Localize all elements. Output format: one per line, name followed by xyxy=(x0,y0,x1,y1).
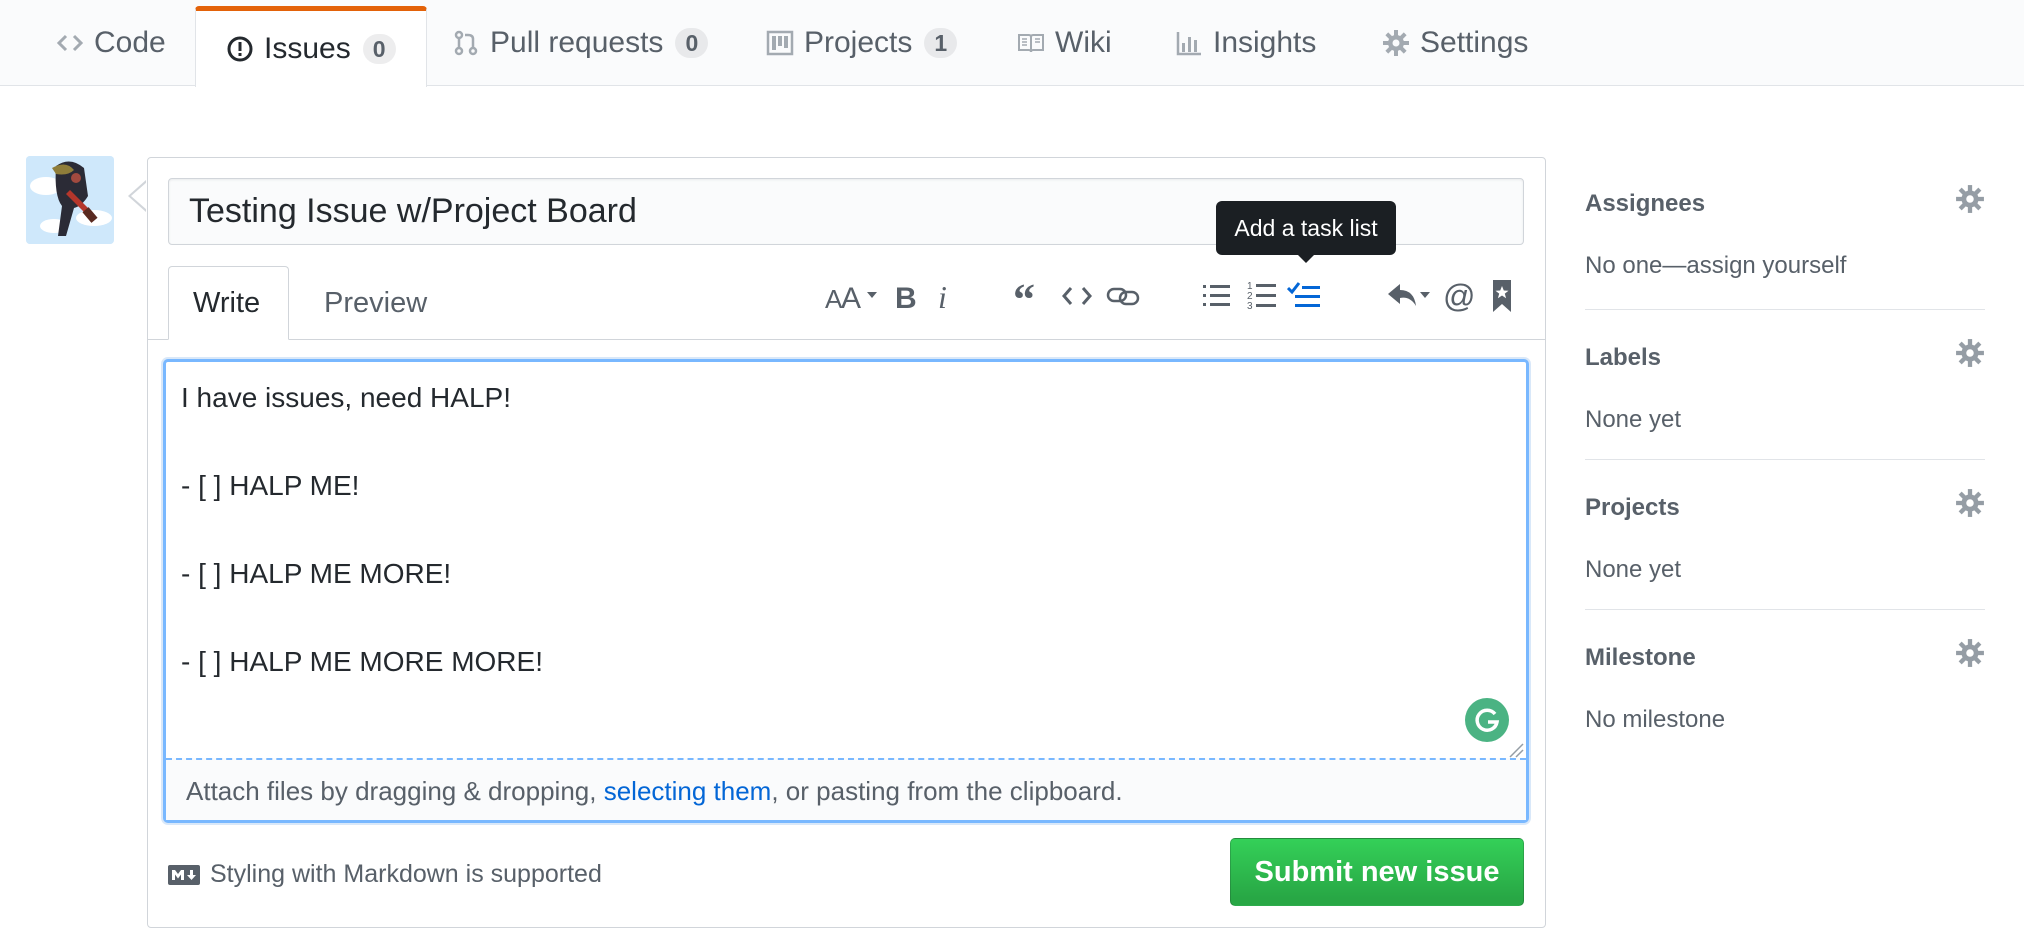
tab-insights[interactable]: Insights xyxy=(1175,0,1316,86)
drop-zone-text-end: , or pasting from the clipboard. xyxy=(771,776,1123,806)
form-caret-inner xyxy=(131,182,147,210)
quote-icon: “ xyxy=(1013,278,1035,314)
sidebar-projects: Projects None yet xyxy=(1585,489,1985,584)
sidebar-divider xyxy=(1585,609,1985,610)
italic-button[interactable]: i xyxy=(934,278,954,314)
tab-label: Projects xyxy=(804,26,913,59)
svg-text:B: B xyxy=(895,282,917,314)
tab-projects[interactable]: Projects 1 xyxy=(766,0,958,86)
sidebar-heading: Labels xyxy=(1585,344,1662,371)
svg-text:3: 3 xyxy=(1247,301,1253,312)
body-line: I have issues, need HALP! xyxy=(181,382,511,413)
gear-icon[interactable] xyxy=(1955,184,1985,214)
projects-counter: 1 xyxy=(924,28,958,58)
task-list-icon xyxy=(1287,282,1320,307)
tooltip-arrow xyxy=(1297,254,1315,263)
issue-opened-icon xyxy=(227,36,253,62)
markdown-help[interactable]: Styling with Markdown is supported xyxy=(168,860,602,889)
link-button[interactable] xyxy=(1106,278,1140,314)
saved-reply-button[interactable] xyxy=(1491,278,1513,314)
resize-handle-icon[interactable] xyxy=(1508,742,1524,758)
code-button[interactable] xyxy=(1061,278,1093,314)
markdown-note: Styling with Markdown is supported xyxy=(210,860,602,888)
tab-label: Settings xyxy=(1420,26,1529,59)
git-pull-request-icon xyxy=(454,30,478,56)
bold-button[interactable]: B xyxy=(893,278,919,314)
tab-pull-requests[interactable]: Pull requests 0 xyxy=(452,0,709,86)
unordered-list-icon xyxy=(1203,285,1230,306)
tab-label: Pull requests xyxy=(490,26,664,59)
markdown-icon xyxy=(168,864,200,885)
quote-button[interactable]: “ xyxy=(1013,278,1045,314)
select-files-link[interactable]: selecting them xyxy=(604,776,772,806)
tab-label: Insights xyxy=(1213,26,1317,59)
sidebar-divider xyxy=(1585,459,1985,460)
sidebar-assignees: Assignees No one—assign yourself xyxy=(1585,185,1985,280)
tab-label: Issues xyxy=(264,32,351,65)
svg-text:A: A xyxy=(841,282,861,314)
tab-wiki[interactable]: Wiki xyxy=(1017,0,1112,86)
link-icon xyxy=(1106,287,1140,306)
italic-icon: i xyxy=(938,279,947,314)
body-line: - [ ] HALP ME! xyxy=(181,470,360,501)
task-list-button[interactable] xyxy=(1287,278,1321,314)
bold-icon: B xyxy=(895,282,917,314)
issues-counter: 0 xyxy=(362,34,396,64)
body-line: - [ ] HALP ME MORE MORE! xyxy=(181,646,543,677)
pr-counter: 0 xyxy=(675,28,709,58)
tab-preview[interactable]: Preview xyxy=(300,266,451,340)
text-size-icon: AA xyxy=(825,282,877,314)
avatar[interactable] xyxy=(26,156,114,244)
tab-label: Wiki xyxy=(1055,26,1112,59)
tab-label: Code xyxy=(94,26,166,59)
svg-text:i: i xyxy=(938,279,947,314)
svg-text:@: @ xyxy=(1443,278,1475,314)
grammarly-icon xyxy=(1475,708,1500,732)
code-icon xyxy=(56,34,84,52)
gear-icon[interactable] xyxy=(1955,488,1985,518)
unordered-list-button[interactable] xyxy=(1203,278,1231,314)
ordered-list-icon: 123 xyxy=(1247,281,1276,312)
bookmark-icon xyxy=(1493,280,1511,312)
tab-issues[interactable]: Issues 0 xyxy=(195,6,427,87)
sidebar-heading: Milestone xyxy=(1585,644,1696,671)
submit-issue-button[interactable]: Submit new issue xyxy=(1230,838,1524,906)
gear-icon xyxy=(1383,30,1409,56)
tab-settings[interactable]: Settings xyxy=(1382,0,1528,86)
project-icon xyxy=(766,30,794,56)
repo-nav: Code Issues 0 Pull requests 0 Projects 1… xyxy=(0,0,2024,87)
sidebar-divider xyxy=(1585,309,1985,310)
file-drop-zone[interactable]: Attach files by dragging & dropping, sel… xyxy=(166,758,1526,820)
milestone-value: No milestone xyxy=(1585,706,1726,733)
graph-icon xyxy=(1176,32,1201,56)
code-icon xyxy=(1062,287,1092,305)
body-line: - [ ] HALP ME MORE! xyxy=(181,558,452,589)
assignees-value[interactable]: No one—assign yourself xyxy=(1585,252,1985,280)
tab-code[interactable]: Code xyxy=(56,0,166,86)
reply-button[interactable] xyxy=(1386,278,1432,314)
issue-body-textarea[interactable] xyxy=(163,359,1529,823)
sidebar-labels: Labels None yet xyxy=(1585,339,1985,434)
projects-value: None yet xyxy=(1585,556,1682,583)
grammarly-button[interactable] xyxy=(1465,698,1509,742)
avatar-image xyxy=(26,156,114,244)
text-size-button[interactable]: AA xyxy=(825,278,881,314)
ordered-list-button[interactable]: 123 xyxy=(1247,278,1277,314)
mention-icon: @ xyxy=(1443,278,1475,314)
gear-icon[interactable] xyxy=(1955,338,1985,368)
svg-text:“: “ xyxy=(1013,278,1035,314)
sidebar-heading: Assignees xyxy=(1585,190,1706,217)
labels-value: None yet xyxy=(1585,406,1682,433)
drop-zone-text: Attach files by dragging & dropping, xyxy=(186,776,604,806)
sidebar-heading: Projects xyxy=(1585,494,1680,521)
reply-icon xyxy=(1388,284,1430,306)
book-icon xyxy=(1018,34,1044,53)
gear-icon[interactable] xyxy=(1955,638,1985,668)
sidebar-milestone: Milestone No milestone xyxy=(1585,639,1985,734)
mention-button[interactable]: @ xyxy=(1443,278,1475,314)
tooltip-add-task-list: Add a task list xyxy=(1216,201,1396,255)
tab-write[interactable]: Write xyxy=(168,266,289,340)
